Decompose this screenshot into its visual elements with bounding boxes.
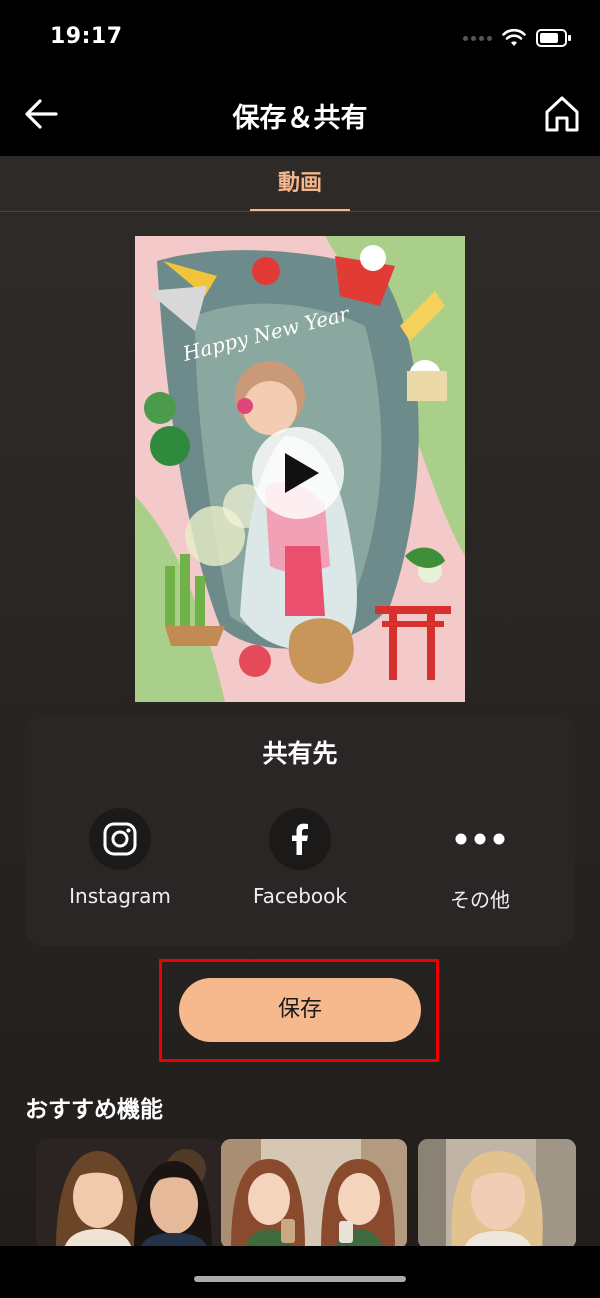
recommend-thumb-portrait[interactable]: [418, 1139, 576, 1249]
video-preview[interactable]: Happy New Year: [135, 236, 465, 702]
share-label-more: その他: [450, 888, 510, 912]
home-indicator[interactable]: [194, 1276, 406, 1282]
facebook-icon-wrap: [269, 808, 331, 870]
instagram-icon: [103, 822, 137, 856]
couple-portrait-image: [36, 1139, 222, 1249]
home-button[interactable]: [540, 92, 584, 136]
more-icon-wrap: [449, 808, 511, 870]
home-indicator-bar: [0, 1246, 600, 1298]
wifi-icon: [502, 28, 526, 46]
status-icons: [463, 26, 572, 50]
battery-icon: [536, 29, 571, 47]
save-button[interactable]: 保存: [179, 978, 421, 1042]
home-icon: [545, 96, 579, 132]
share-facebook-button[interactable]: Facebook: [225, 808, 375, 908]
page-title: 保存＆共有: [232, 103, 368, 134]
facebook-icon: [292, 823, 308, 855]
blonde-portrait-image: [418, 1139, 576, 1249]
anime-portrait-image: [221, 1139, 407, 1249]
tab-bar: 動画: [0, 156, 600, 212]
nav-bar: 保存＆共有: [0, 78, 600, 156]
instagram-icon-wrap: [89, 808, 151, 870]
share-title: 共有先: [262, 739, 338, 768]
signal-icon: [463, 35, 492, 41]
recommend-title: おすすめ機能: [25, 1097, 163, 1123]
share-instagram-button[interactable]: Instagram: [45, 808, 195, 908]
share-label-instagram: Instagram: [69, 884, 171, 908]
recommend-thumb-anime[interactable]: [221, 1139, 407, 1249]
status-time: 19:17: [50, 24, 123, 49]
play-button[interactable]: [252, 427, 344, 519]
recommend-thumb-couple[interactable]: [36, 1139, 222, 1249]
play-icon: [285, 453, 319, 493]
share-card: 共有先 Instagram Facebook その他: [25, 716, 575, 946]
share-more-button[interactable]: その他: [405, 808, 555, 913]
more-icon: [455, 833, 505, 845]
content-area: 動画 Happy New Year 共有先 Instagram Facebook…: [0, 156, 600, 1249]
tab-video[interactable]: 動画: [250, 156, 350, 211]
share-label-facebook: Facebook: [253, 884, 347, 908]
status-bar: 19:17: [0, 0, 600, 78]
